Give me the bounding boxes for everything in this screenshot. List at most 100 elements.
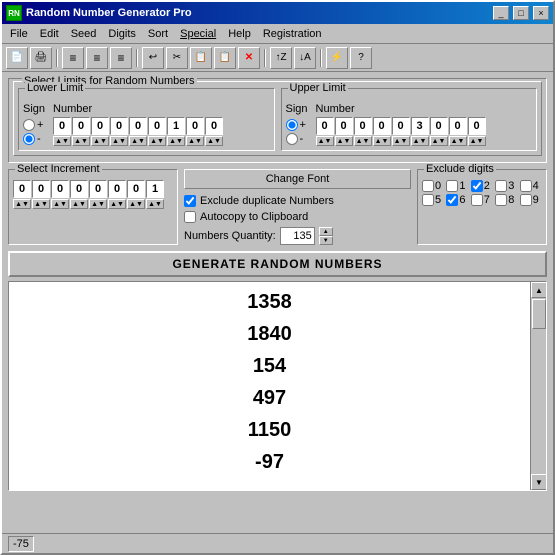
upper-btn-1[interactable]: ▲▼ [335,136,353,146]
lower-digit-0[interactable]: 0 [53,117,71,135]
exclude-5-checkbox[interactable] [422,194,434,206]
toolbar-copy[interactable]: 📋 [190,47,212,69]
upper-plus-radio[interactable] [286,119,298,131]
exclude-0-checkbox[interactable] [422,180,434,192]
close-button[interactable]: × [533,6,549,20]
exclude-duplicate-checkbox[interactable] [184,195,196,207]
lower-digit-4[interactable]: 0 [129,117,147,135]
lower-digit-8[interactable]: 0 [205,117,223,135]
inc-btn-2[interactable]: ▲▼ [51,199,69,209]
upper-btn-0[interactable]: ▲▼ [316,136,334,146]
menu-registration[interactable]: Registration [257,24,328,43]
menu-special[interactable]: Special [174,24,222,43]
toolbar-cut[interactable]: ✂ [166,47,188,69]
upper-minus-radio[interactable] [286,133,298,145]
inc-digit-4[interactable]: 0 [89,180,107,198]
lower-btn-5[interactable]: ▲▼ [148,136,166,146]
toolbar-sort-desc[interactable]: ↓A [294,47,316,69]
toolbar-help[interactable]: ? [350,47,372,69]
menu-sort[interactable]: Sort [142,24,174,43]
maximize-button[interactable]: □ [513,6,529,20]
qty-down-button[interactable]: ▼ [319,236,333,245]
lower-btn-7[interactable]: ▲▼ [186,136,204,146]
upper-digit-4[interactable]: 0 [392,117,410,135]
change-font-button[interactable]: Change Font [184,169,411,189]
scroll-down-button[interactable]: ▼ [531,474,547,490]
upper-btn-2[interactable]: ▲▼ [354,136,372,146]
toolbar-align-left[interactable]: ≡ [62,47,84,69]
lower-digit-2[interactable]: 0 [91,117,109,135]
lower-digit-6[interactable]: 1 [167,117,185,135]
lower-btn-3[interactable]: ▲▼ [110,136,128,146]
toolbar-align-right[interactable]: ≡ [110,47,132,69]
toolbar-generate[interactable]: ⚡ [326,47,348,69]
upper-digit-2[interactable]: 0 [354,117,372,135]
upper-digit-5[interactable]: 3 [411,117,429,135]
scroll-thumb[interactable] [532,299,546,329]
exclude-1-checkbox[interactable] [446,180,458,192]
toolbar-align-center[interactable]: ≡ [86,47,108,69]
toolbar-undo[interactable]: ↩ [142,47,164,69]
inc-btn-1[interactable]: ▲▼ [32,199,50,209]
generate-button[interactable]: GENERATE RANDOM NUMBERS [8,251,547,277]
qty-up-button[interactable]: ▲ [319,227,333,236]
upper-btn-3[interactable]: ▲▼ [373,136,391,146]
exclude-4-checkbox[interactable] [520,180,532,192]
inc-digit-0[interactable]: 0 [13,180,31,198]
lower-digit-1[interactable]: 0 [72,117,90,135]
inc-digit-7[interactable]: 1 [146,180,164,198]
inc-digit-2[interactable]: 0 [51,180,69,198]
toolbar-paste[interactable]: 📋 [214,47,236,69]
inc-btn-3[interactable]: ▲▼ [70,199,88,209]
inc-btn-0[interactable]: ▲▼ [13,199,31,209]
toolbar-delete[interactable]: ✕ [238,47,260,69]
upper-digit-7[interactable]: 0 [449,117,467,135]
lower-plus-radio[interactable] [23,119,35,131]
toolbar-new[interactable]: 📄 [6,47,28,69]
lower-btn-2[interactable]: ▲▼ [91,136,109,146]
inc-btn-7[interactable]: ▲▼ [146,199,164,209]
exclude-2-checkbox[interactable] [471,180,483,192]
lower-btn-0[interactable]: ▲▼ [53,136,71,146]
inc-digit-5[interactable]: 0 [108,180,126,198]
exclude-6-checkbox[interactable] [446,194,458,206]
inc-digit-6[interactable]: 0 [127,180,145,198]
exclude-3-checkbox[interactable] [495,180,507,192]
lower-digit-5[interactable]: 0 [148,117,166,135]
lower-digit-7[interactable]: 0 [186,117,204,135]
upper-btn-7[interactable]: ▲▼ [449,136,467,146]
upper-btn-4[interactable]: ▲▼ [392,136,410,146]
upper-digit-6[interactable]: 0 [430,117,448,135]
autocopy-checkbox[interactable] [184,211,196,223]
menu-seed[interactable]: Seed [65,24,103,43]
lower-minus-radio[interactable] [23,133,35,145]
exclude-8-checkbox[interactable] [495,194,507,206]
inc-btn-5[interactable]: ▲▼ [108,199,126,209]
lower-btn-8[interactable]: ▲▼ [205,136,223,146]
inc-digit-3[interactable]: 0 [70,180,88,198]
minimize-button[interactable]: _ [493,6,509,20]
menu-file[interactable]: File [4,24,34,43]
scroll-up-button[interactable]: ▲ [531,282,547,298]
upper-btn-6[interactable]: ▲▼ [430,136,448,146]
inc-btn-6[interactable]: ▲▼ [127,199,145,209]
lower-btn-1[interactable]: ▲▼ [72,136,90,146]
upper-btn-8[interactable]: ▲▼ [468,136,486,146]
upper-digit-1[interactable]: 0 [335,117,353,135]
exclude-9-checkbox[interactable] [520,194,532,206]
scroll-track[interactable] [531,298,546,474]
menu-help[interactable]: Help [222,24,257,43]
toolbar-sort-asc[interactable]: ↑Z [270,47,292,69]
menu-digits[interactable]: Digits [102,24,142,43]
numbers-qty-input[interactable] [280,227,315,245]
upper-digit-0[interactable]: 0 [316,117,334,135]
lower-digit-3[interactable]: 0 [110,117,128,135]
upper-digit-8[interactable]: 0 [468,117,486,135]
upper-btn-5[interactable]: ▲▼ [411,136,429,146]
inc-digit-1[interactable]: 0 [32,180,50,198]
toolbar-print[interactable]: 🖨 [30,47,52,69]
lower-btn-6[interactable]: ▲▼ [167,136,185,146]
upper-digit-3[interactable]: 0 [373,117,391,135]
menu-edit[interactable]: Edit [34,24,65,43]
exclude-7-checkbox[interactable] [471,194,483,206]
